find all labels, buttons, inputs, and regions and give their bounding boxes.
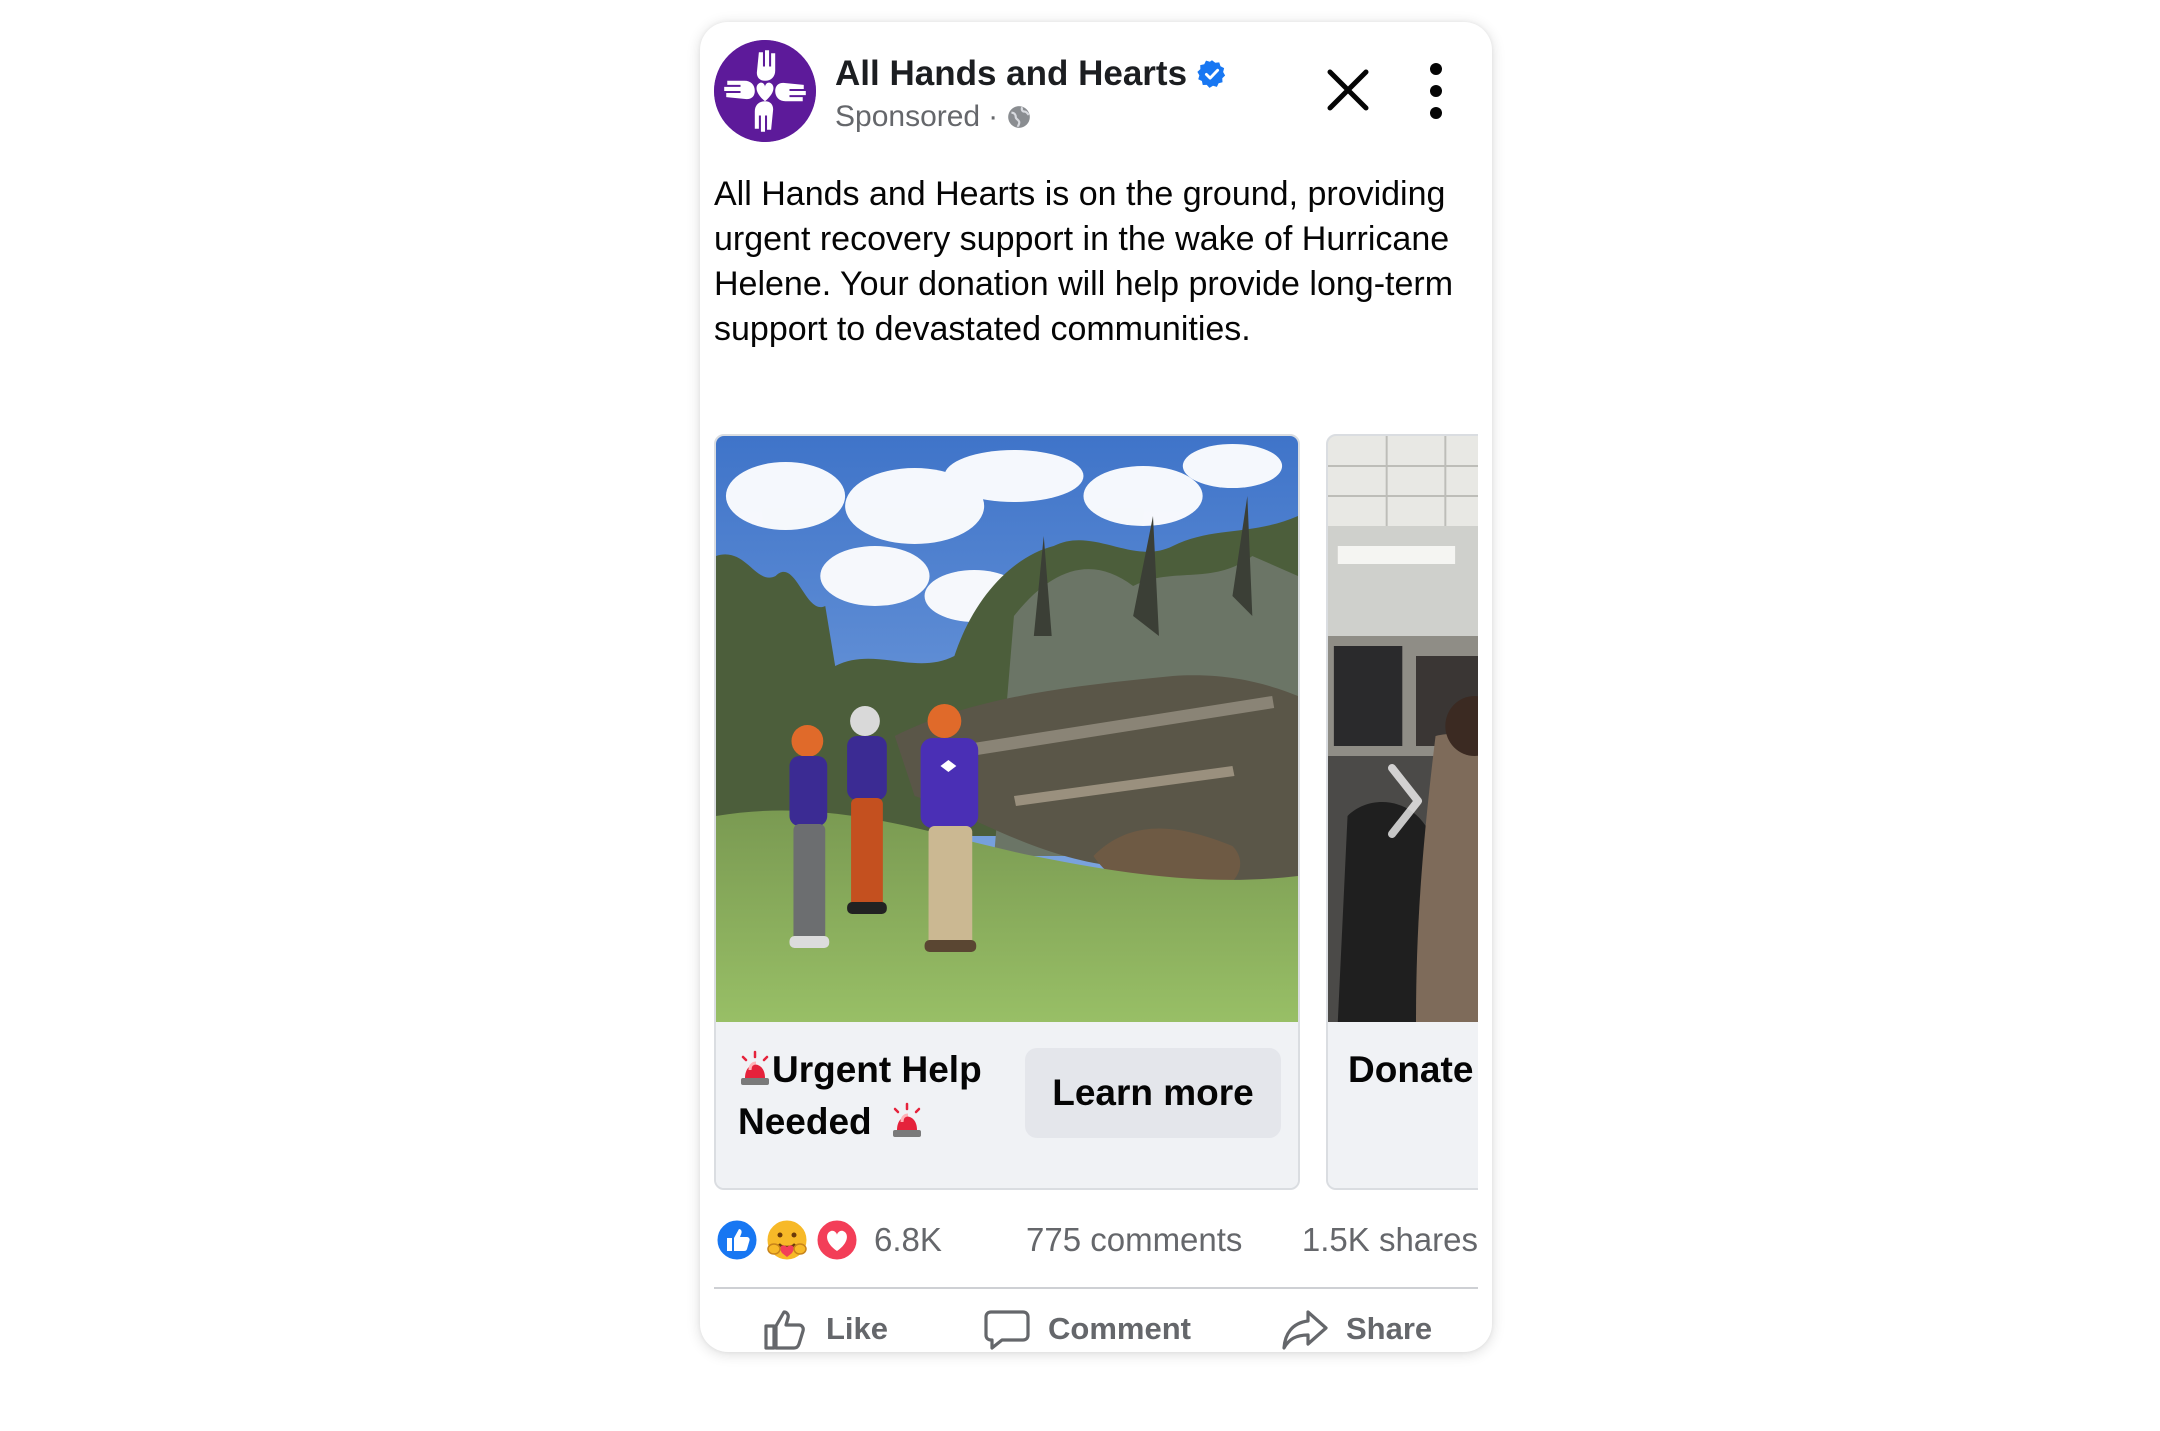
love-reaction-icon (814, 1217, 860, 1263)
learn-more-button[interactable]: Learn more (1025, 1048, 1281, 1138)
comment-button[interactable]: Comment (982, 1294, 1191, 1352)
reactions-count[interactable]: 6.8K (874, 1217, 942, 1263)
reactions-summary[interactable]: 6.8K (714, 1217, 942, 1263)
sponsored-row: Sponsored · (835, 100, 1032, 134)
carousel-card-1[interactable]: Urgent Help Needed Learn more (714, 434, 1300, 1190)
like-reaction-icon (714, 1217, 760, 1263)
sponsored-post-card: All Hands and Hearts Sponsored · All Han… (700, 22, 1492, 1352)
carousel-headline-2[interactable]: Donate (1348, 1044, 1473, 1096)
sponsored-label[interactable]: Sponsored (835, 100, 980, 134)
hands-and-hearts-logo (714, 40, 816, 142)
police-siren-emoji (741, 1050, 769, 1085)
comment-label: Comment (1048, 1311, 1191, 1346)
share-arrow-icon (1282, 1310, 1328, 1350)
care-reaction-icon (764, 1217, 810, 1263)
comments-count[interactable]: 775 comments (1026, 1217, 1242, 1263)
page-avatar[interactable] (714, 40, 816, 142)
page-name[interactable]: All Hands and Hearts (835, 54, 1187, 94)
headline-line-2: Needed (738, 1101, 872, 1142)
separator-dot: · (988, 100, 999, 133)
carousel-card-2-footer: Donate (1328, 1022, 1478, 1188)
verified-badge-icon (1197, 60, 1226, 88)
carousel-card-2[interactable]: Donate (1326, 434, 1478, 1190)
headline-line-1: Urgent Help (772, 1049, 982, 1090)
ad-carousel[interactable]: Urgent Help Needed Learn more Donate (714, 434, 1478, 1192)
share-button[interactable]: Share (1280, 1294, 1432, 1352)
chevron-right-icon[interactable] (1380, 756, 1430, 846)
like-button[interactable]: Like (760, 1294, 888, 1352)
like-label: Like (826, 1311, 889, 1346)
carousel-image-office[interactable] (1328, 436, 1478, 1022)
carousel-image-volunteers[interactable] (716, 436, 1298, 1022)
actions-divider (714, 1287, 1478, 1289)
post-body-text: All Hands and Hearts is on the ground, p… (714, 175, 1454, 348)
police-siren-emoji (892, 1102, 921, 1137)
carousel-headline-1[interactable]: Urgent Help Needed (738, 1044, 1008, 1148)
carousel-card-1-footer: Urgent Help Needed Learn more (716, 1022, 1298, 1188)
page-name-row: All Hands and Hearts (835, 54, 1227, 94)
globe-icon[interactable] (1006, 104, 1032, 130)
shares-count[interactable]: 1.5K shares (1302, 1217, 1478, 1263)
engagement-stats: 6.8K 775 comments 1.5K shares (714, 1217, 1478, 1267)
post-actions: Like Comment Share (714, 1294, 1478, 1352)
more-vertical-icon[interactable] (1418, 60, 1454, 122)
thumbs-up-icon (764, 1310, 805, 1350)
share-label: Share (1346, 1311, 1433, 1346)
comment-bubble-icon (984, 1310, 1030, 1350)
close-icon[interactable] (1320, 62, 1376, 118)
